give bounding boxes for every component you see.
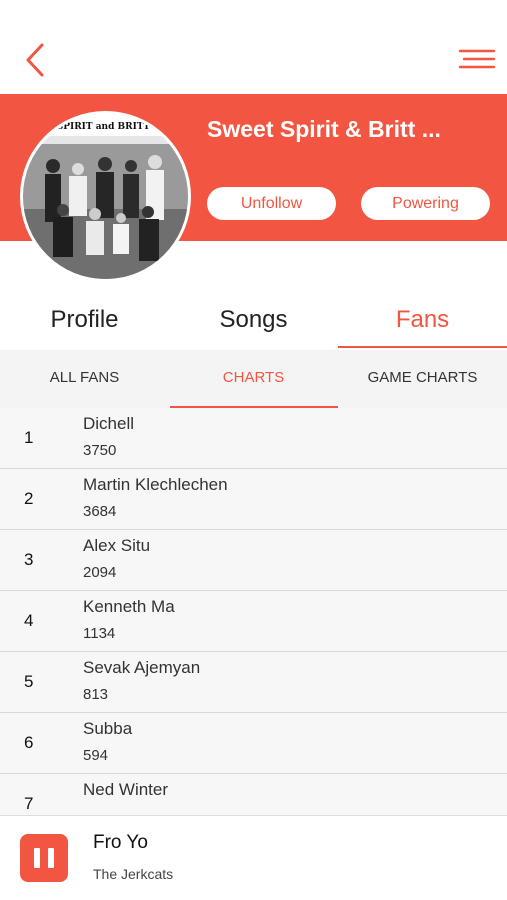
list-item[interactable]: 4 Kenneth Ma 1134 xyxy=(0,591,507,652)
active-tab-indicator xyxy=(338,346,507,348)
tab-songs[interactable]: Songs xyxy=(169,306,338,334)
now-playing-title: Fro Yo xyxy=(93,832,148,853)
chevron-left-icon[interactable] xyxy=(22,42,48,78)
subtab-game-charts[interactable]: GAME CHARTS xyxy=(338,369,507,386)
fan-rank: 4 xyxy=(24,611,34,630)
fan-name: Dichell xyxy=(83,414,135,433)
fan-rank: 2 xyxy=(24,489,34,508)
list-item[interactable]: 1 Dichell 3750 xyxy=(0,408,507,469)
fan-score: 1134 xyxy=(83,625,116,642)
fan-score: 2094 xyxy=(83,564,117,581)
tab-fans[interactable]: Fans xyxy=(338,306,507,334)
fan-rank: 3 xyxy=(24,550,34,569)
artist-photo: SWEET SPIRIT and BRITT DANIEL xyxy=(23,114,188,279)
fan-name: Ned Winter xyxy=(83,780,169,799)
list-item[interactable]: 7 Ned Winter xyxy=(0,774,507,815)
powering-button[interactable]: Powering xyxy=(361,187,490,220)
fan-score: 3750 xyxy=(83,442,117,459)
subtab-charts[interactable]: CHARTS xyxy=(169,369,338,386)
unfollow-button[interactable]: Unfollow xyxy=(207,187,336,220)
fan-rank: 7 xyxy=(24,794,34,813)
now-playing-artist: The Jerkcats xyxy=(93,866,174,882)
fan-name: Subba xyxy=(83,719,133,738)
list-item[interactable]: 2 Martin Klechlechen 3684 xyxy=(0,469,507,530)
fan-name: Alex Situ xyxy=(83,536,151,555)
fan-name: Martin Klechlechen xyxy=(83,475,228,494)
fan-score: 813 xyxy=(83,686,109,703)
main-tab-bar: Profile Songs Fans xyxy=(0,298,507,350)
hamburger-menu-icon[interactable] xyxy=(458,48,496,72)
artist-name: Sweet Spirit & Britt ... xyxy=(207,116,441,142)
subtab-all-fans[interactable]: ALL FANS xyxy=(0,369,169,386)
fan-name: Sevak Ajemyan xyxy=(83,658,201,677)
fan-rank: 5 xyxy=(24,672,34,691)
fan-rank: 6 xyxy=(24,733,34,752)
sub-tab-bar: ALL FANS CHARTS GAME CHARTS xyxy=(0,350,507,408)
fan-rank: 1 xyxy=(24,428,34,447)
fan-charts-list: 1 Dichell 3750 2 Martin Klechlechen 3684… xyxy=(0,408,507,815)
list-item[interactable]: 5 Sevak Ajemyan 813 xyxy=(0,652,507,713)
fan-score: 3684 xyxy=(83,503,117,520)
list-item[interactable]: 6 Subba 594 xyxy=(0,713,507,774)
list-item[interactable]: 3 Alex Situ 2094 xyxy=(0,530,507,591)
fan-score: 594 xyxy=(83,747,109,764)
tab-profile[interactable]: Profile xyxy=(0,306,169,334)
fan-name: Kenneth Ma xyxy=(83,597,175,616)
pause-icon[interactable] xyxy=(20,834,68,882)
now-playing-bar[interactable]: Fro Yo The Jerkcats xyxy=(0,815,507,900)
artist-avatar: SWEET SPIRIT and BRITT DANIEL xyxy=(20,111,191,282)
top-nav-bar xyxy=(0,0,507,94)
